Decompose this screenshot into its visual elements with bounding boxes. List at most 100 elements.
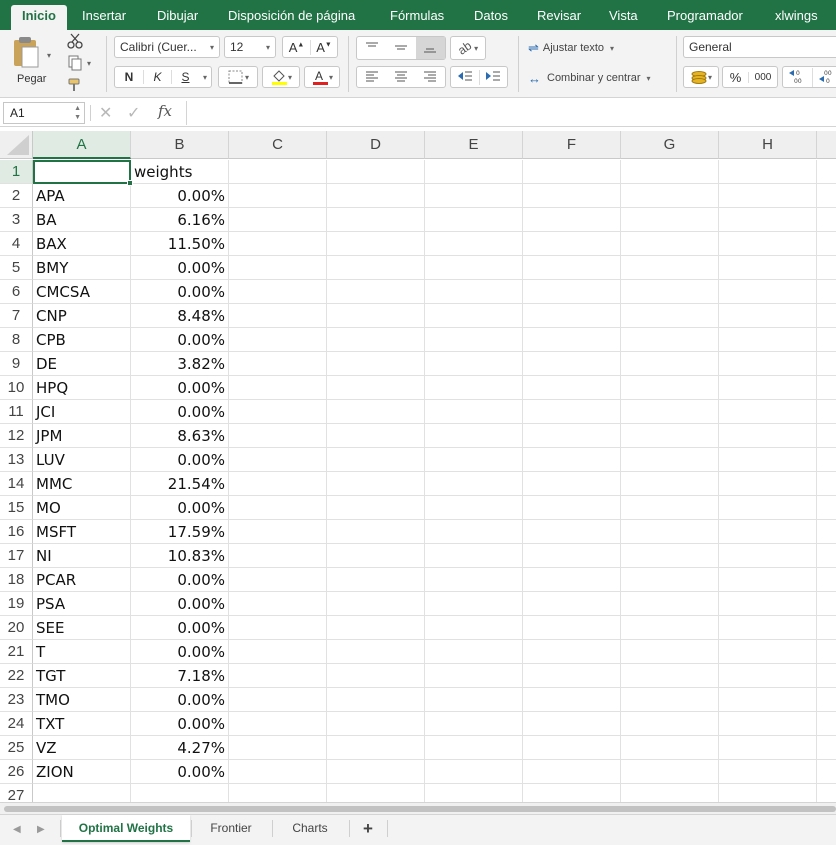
tab-xlwings[interactable]: xlwings — [775, 6, 818, 30]
cell-empty[interactable] — [523, 640, 621, 664]
wrap-text-button[interactable]: ⇌ Ajustar texto ▾ — [528, 38, 638, 58]
cell-empty[interactable] — [621, 496, 719, 520]
cell-empty[interactable] — [523, 208, 621, 232]
cell-empty[interactable] — [817, 280, 836, 304]
row-header[interactable]: 27 — [0, 784, 33, 802]
cell-empty[interactable] — [621, 328, 719, 352]
cell-empty[interactable] — [523, 784, 621, 802]
cell-empty[interactable] — [229, 520, 327, 544]
cell-empty[interactable] — [719, 232, 817, 256]
cell-empty[interactable] — [817, 616, 836, 640]
cell-empty[interactable] — [229, 304, 327, 328]
cell-empty[interactable] — [327, 712, 425, 736]
cell-ticker[interactable]: MSFT — [33, 520, 131, 544]
cell-empty[interactable] — [425, 376, 523, 400]
cell-weight[interactable]: 0.00% — [131, 640, 229, 664]
cell-empty[interactable] — [817, 568, 836, 592]
tab-disposicion-de-pagina[interactable]: Disposición de página — [228, 6, 355, 30]
cell-empty[interactable] — [425, 592, 523, 616]
cell-ticker[interactable]: ZION — [33, 760, 131, 784]
row-header[interactable]: 19 — [0, 592, 33, 616]
cell-empty[interactable] — [425, 688, 523, 712]
cell-empty[interactable] — [621, 280, 719, 304]
row-header[interactable]: 10 — [0, 376, 33, 400]
decrease-indent-icon[interactable] — [451, 70, 479, 85]
cell-empty[interactable] — [229, 496, 327, 520]
cell-ticker[interactable]: SEE — [33, 616, 131, 640]
cell-empty[interactable] — [621, 448, 719, 472]
cell-empty[interactable] — [229, 688, 327, 712]
column-header-f[interactable]: F — [523, 131, 621, 159]
cell-empty[interactable] — [229, 472, 327, 496]
decrease-decimal-icon[interactable]: 00 0 — [811, 67, 836, 87]
cell-empty[interactable] — [523, 280, 621, 304]
decrease-font-icon[interactable]: A▼ — [310, 39, 337, 55]
cell-weight[interactable]: 8.63% — [131, 424, 229, 448]
cell-weight[interactable]: 0.00% — [131, 592, 229, 616]
cell-empty[interactable] — [523, 304, 621, 328]
cell-weight[interactable]: 10.83% — [131, 544, 229, 568]
row-header[interactable]: 9 — [0, 352, 33, 376]
cell-empty[interactable] — [621, 736, 719, 760]
cell-empty[interactable] — [817, 472, 836, 496]
cell-empty[interactable] — [327, 520, 425, 544]
cell-empty[interactable] — [327, 760, 425, 784]
italic-button[interactable]: K — [143, 70, 171, 84]
format-painter-icon[interactable] — [64, 76, 86, 94]
cell-empty[interactable] — [327, 592, 425, 616]
row-header[interactable]: 25 — [0, 736, 33, 760]
cell-ticker[interactable]: BMY — [33, 256, 131, 280]
cell-empty[interactable] — [229, 664, 327, 688]
cell-ticker[interactable]: CMCSA — [33, 280, 131, 304]
add-sheet-button[interactable]: + — [350, 815, 386, 842]
column-header-i[interactable] — [817, 131, 836, 159]
cell-empty[interactable] — [523, 328, 621, 352]
cell-empty[interactable] — [719, 544, 817, 568]
row-header[interactable]: 20 — [0, 616, 33, 640]
tab-formulas[interactable]: Fórmulas — [390, 6, 444, 30]
cell-empty[interactable] — [425, 664, 523, 688]
cell-weight[interactable]: 0.00% — [131, 184, 229, 208]
font-size-select[interactable]: 12 ▾ — [224, 36, 276, 58]
cell-empty[interactable] — [327, 640, 425, 664]
tab-vista[interactable]: Vista — [609, 6, 638, 30]
cell-empty[interactable] — [719, 352, 817, 376]
row-header[interactable]: 4 — [0, 232, 33, 256]
cell-empty[interactable] — [229, 160, 327, 184]
cell-weight[interactable]: 21.54% — [131, 472, 229, 496]
cell-empty[interactable] — [817, 784, 836, 802]
scrollbar-thumb[interactable] — [4, 806, 836, 812]
cell-empty[interactable] — [817, 400, 836, 424]
cell-empty[interactable] — [621, 640, 719, 664]
cell-empty[interactable] — [523, 616, 621, 640]
cell-empty[interactable] — [229, 232, 327, 256]
column-header-e[interactable]: E — [425, 131, 523, 159]
cell-empty[interactable] — [621, 256, 719, 280]
cell-empty[interactable] — [229, 640, 327, 664]
row-header[interactable]: 15 — [0, 496, 33, 520]
cell-weight[interactable] — [131, 784, 229, 802]
tab-dibujar[interactable]: Dibujar — [157, 6, 198, 30]
column-header-b[interactable]: B — [131, 131, 229, 159]
cell-ticker[interactable]: HPQ — [33, 376, 131, 400]
cell-empty[interactable] — [621, 184, 719, 208]
cell-weight[interactable]: 0.00% — [131, 688, 229, 712]
cell-weight[interactable]: 3.82% — [131, 352, 229, 376]
cell-empty[interactable] — [817, 208, 836, 232]
cell-empty[interactable] — [523, 520, 621, 544]
sheet-tab-optimal-weights[interactable]: Optimal Weights — [62, 815, 190, 842]
cell-empty[interactable] — [229, 400, 327, 424]
cell-empty[interactable] — [523, 256, 621, 280]
font-color-button[interactable]: A ▾ — [304, 66, 340, 88]
cell-weight[interactable]: 0.00% — [131, 568, 229, 592]
cell-empty[interactable] — [719, 376, 817, 400]
cell-empty[interactable] — [327, 496, 425, 520]
cell-empty[interactable] — [719, 520, 817, 544]
cell-empty[interactable] — [719, 280, 817, 304]
cell-empty[interactable] — [719, 688, 817, 712]
cell-ticker[interactable]: CNP — [33, 304, 131, 328]
cell-empty[interactable] — [719, 568, 817, 592]
column-header-a[interactable]: A — [33, 131, 131, 159]
cell-empty[interactable] — [523, 448, 621, 472]
column-header-d[interactable]: D — [327, 131, 425, 159]
